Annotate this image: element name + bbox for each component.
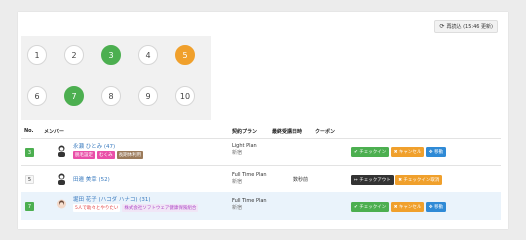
seat-1[interactable]: 1 xyxy=(27,45,47,65)
plan-cell: Full Time Plan 新宿 xyxy=(232,172,267,185)
header-plan: 契約プラン xyxy=(232,129,258,135)
plan-name: Light Plan xyxy=(232,143,257,149)
reload-label: 再読込 (15:46 更新) xyxy=(446,24,494,30)
last-visit: 数秒前 xyxy=(293,177,309,183)
refresh-icon: ⟳ xyxy=(439,23,445,30)
tag: むくみ xyxy=(97,151,115,159)
header-member: メンバー xyxy=(44,129,65,135)
seat-3[interactable]: 3 xyxy=(101,45,121,65)
avatar-icon xyxy=(58,145,65,157)
move-button[interactable]: ✥ 移動 xyxy=(425,202,447,212)
member-name-link[interactable]: 田邉 美幸 (52) xyxy=(73,175,110,183)
avatar-icon xyxy=(58,173,65,185)
seat-5[interactable]: 5 xyxy=(175,45,195,65)
cancel-button[interactable]: ✖ キャンセル xyxy=(390,202,425,212)
table-row: 3 永瀬 ひとみ (47) 脱毛設定 むくみ 長期休利用 Light Plan 新宿… xyxy=(21,139,501,165)
seat-number-badge: 7 xyxy=(25,202,34,211)
tag: 5人で助々とやりたい xyxy=(73,204,121,212)
seat-7[interactable]: 7 xyxy=(64,86,84,106)
seat-2[interactable]: 2 xyxy=(64,45,84,65)
checkin-button[interactable]: ✔ チェックイン xyxy=(351,202,390,212)
header-no: No. xyxy=(24,128,34,134)
member-tags: 脱毛設定 むくみ 長期休利用 xyxy=(73,151,145,159)
seat-number-badge: 5 xyxy=(25,175,34,184)
plan-name: Full Time Plan xyxy=(232,172,267,178)
avatar-icon xyxy=(57,199,66,209)
tag: 株式会社ソフトウェア健康保険組合 xyxy=(122,204,199,212)
seat-number-badge: 3 xyxy=(25,148,34,157)
header-last: 最終受講日時 xyxy=(272,129,303,135)
member-name-link[interactable]: 永瀬 ひとみ (47) xyxy=(73,142,115,150)
plan-cell: Full Time Plan 新宿 xyxy=(232,198,267,211)
seat-4[interactable]: 4 xyxy=(138,45,158,65)
cancel-button[interactable]: ✖ キャンセル xyxy=(390,147,425,157)
main-card: ⟳ 再読込 (15:46 更新) 1 2 3 4 5 6 7 8 9 10 No. メンバー 契約プ… xyxy=(18,12,508,229)
member-tags: 5人で助々とやりたい 株式会社ソフトウェア健康保険組合 xyxy=(73,204,200,212)
plan-location: 新宿 xyxy=(232,204,243,211)
seat-9[interactable]: 9 xyxy=(138,86,158,106)
header-coupon: クーポン xyxy=(315,129,336,135)
seat-6[interactable]: 6 xyxy=(27,86,47,106)
seat-8[interactable]: 8 xyxy=(101,86,121,106)
tag: 長期休利用 xyxy=(116,151,144,159)
seat-grid: 1 2 3 4 5 6 7 8 9 10 xyxy=(21,36,211,120)
action-buttons: ✔ チェックイン ✖ キャンセル ✥ 移動 xyxy=(351,202,448,212)
table-header: No. メンバー 契約プラン 最終受講日時 クーポン xyxy=(24,128,494,138)
plan-location: 新宿 xyxy=(232,178,243,185)
tag: 脱毛設定 xyxy=(73,151,95,159)
seat-10[interactable]: 10 xyxy=(175,86,195,106)
cancel-checkin-button[interactable]: ✖ チェックイン取消 xyxy=(395,175,443,185)
action-buttons: ✔ チェックイン ✖ キャンセル ✥ 移動 xyxy=(351,147,448,157)
plan-cell: Light Plan 新宿 xyxy=(232,143,257,156)
table-row: 7 堀田 花子 (ハコダ ハナコ) (31) 5人で助々とやりたい 株式会社ソフト… xyxy=(21,192,501,220)
checkin-button[interactable]: ✔ チェックイン xyxy=(351,147,390,157)
plan-location: 新宿 xyxy=(232,149,243,156)
table-row: 5 田邉 美幸 (52) Full Time Plan 新宿 数秒前 ↦ チェッ… xyxy=(21,166,501,192)
checkout-button[interactable]: ↦ チェックアウト xyxy=(351,175,394,185)
reload-button[interactable]: ⟳ 再読込 (15:46 更新) xyxy=(434,20,498,33)
action-buttons: ↦ チェックアウト ✖ チェックイン取消 xyxy=(351,175,444,185)
move-button[interactable]: ✥ 移動 xyxy=(425,147,447,157)
plan-name: Full Time Plan xyxy=(232,198,267,204)
member-name-link[interactable]: 堀田 花子 (ハコダ ハナコ) (31) xyxy=(73,195,151,203)
